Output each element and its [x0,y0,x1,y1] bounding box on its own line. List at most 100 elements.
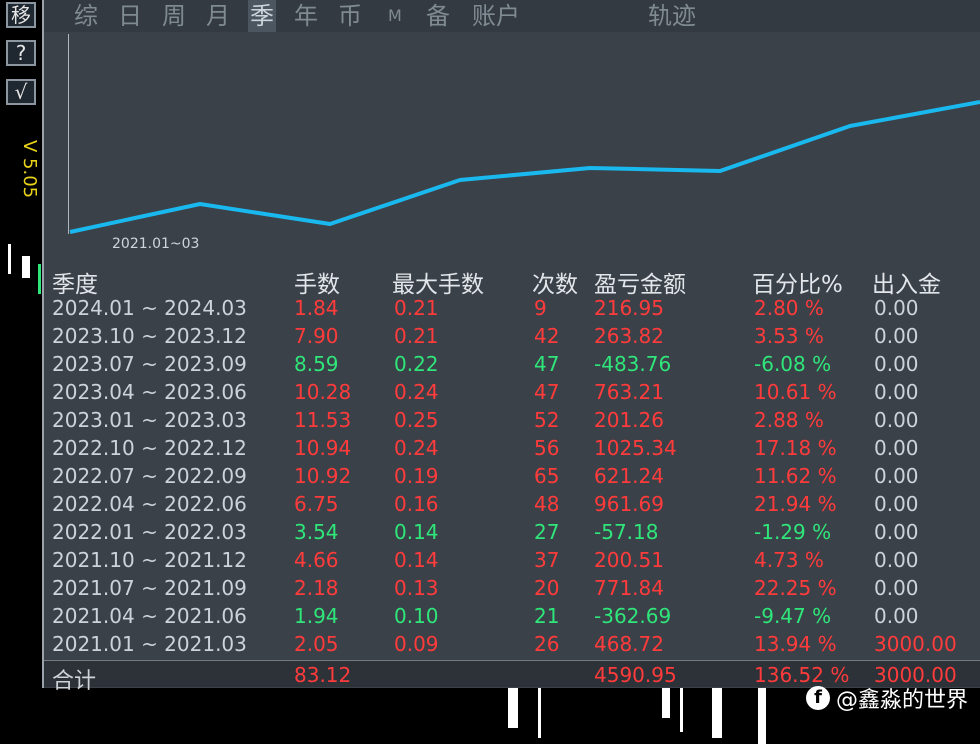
candle-icon [38,264,41,294]
equity-curve [69,100,980,234]
candle-icon [662,688,670,718]
header-cashflow: 出入金 [872,272,941,298]
row-cashflow: 0.00 [874,408,919,432]
row-period: 2021.10 ~ 2021.12 [52,548,247,572]
row-count: 20 [534,576,560,600]
check-button[interactable]: √ [6,79,36,105]
row-count: 21 [534,604,560,628]
candle-icon [758,688,766,744]
row-cashflow: 0.00 [874,520,919,544]
row-cashflow: 0.00 [874,296,919,320]
row-percent: 2.80 % [754,296,824,320]
row-max-lots: 0.16 [394,492,439,516]
row-lots: 10.94 [294,436,352,460]
row-count: 26 [534,632,560,656]
header-max-lots: 最大手数 [392,272,484,298]
row-period: 2023.07 ~ 2023.09 [52,352,247,376]
row-lots: 6.75 [294,492,339,516]
row-pnl: -483.76 [594,352,672,376]
row-lots: 10.92 [294,464,352,488]
row-percent: 2.88 % [754,408,824,432]
row-period: 2021.04 ~ 2021.06 [52,604,247,628]
row-cashflow: 0.00 [874,380,919,404]
candle-icon [508,688,518,728]
row-cashflow: 0.00 [874,576,919,600]
row-max-lots: 0.13 [394,576,439,600]
row-max-lots: 0.24 [394,380,439,404]
row-pnl: 621.24 [594,464,664,488]
candle-icon [680,688,683,732]
row-period: 2023.10 ~ 2023.12 [52,324,247,348]
row-pnl: 1025.34 [594,436,677,460]
row-period: 2021.01 ~ 2021.03 [52,632,247,656]
row-percent: -9.47 % [754,604,832,628]
tab-overview[interactable]: 综 [74,0,98,32]
row-lots: 3.54 [294,520,339,544]
row-lots: 2.18 [294,576,339,600]
row-period: 2022.07 ~ 2022.09 [52,464,247,488]
help-button[interactable]: ? [6,40,36,66]
row-period: 2023.01 ~ 2023.03 [52,408,247,432]
row-cashflow: 0.00 [874,352,919,376]
row-period: 2022.04 ~ 2022.06 [52,492,247,516]
chart-title: 轨迹 [648,2,696,30]
total-label: 合计 [52,669,97,694]
row-count: 47 [534,352,560,376]
candle-icon [538,688,541,738]
header-count: 次数 [532,272,578,298]
row-pnl: 763.21 [594,380,664,404]
row-period: 2023.04 ~ 2023.06 [52,380,247,404]
row-max-lots: 0.19 [394,464,439,488]
row-percent: 4.73 % [754,548,824,572]
row-max-lots: 0.14 [394,520,439,544]
row-max-lots: 0.10 [394,604,439,628]
row-count: 47 [534,380,560,404]
row-pnl: 961.69 [594,492,664,516]
row-cashflow: 0.00 [874,604,919,628]
row-pnl: 263.82 [594,324,664,348]
equity-chart [68,34,980,234]
tab-monthly[interactable]: 月 [206,0,230,32]
row-lots: 8.59 [294,352,339,376]
row-lots: 7.90 [294,324,339,348]
row-lots: 4.66 [294,548,339,572]
tab-account[interactable]: 账户 [472,0,520,32]
tab-yearly[interactable]: 年 [294,0,318,32]
brand-icon: f [805,686,830,710]
row-percent: -6.08 % [754,352,832,376]
tab-currency[interactable]: 币 [338,0,362,32]
chart-start-label: 2021.01~03 [112,236,200,252]
row-count: 42 [534,324,560,348]
row-cashflow: 0.00 [874,548,919,572]
row-pnl: 200.51 [594,548,664,572]
tab-backup[interactable]: 备 [426,0,450,32]
tab-quarterly[interactable]: 季 [248,0,276,32]
row-max-lots: 0.22 [394,352,439,376]
row-max-lots: 0.25 [394,408,439,432]
watermark: f @鑫淼的世界 [805,682,968,714]
header-lots: 手数 [294,272,340,298]
row-percent: 3.53 % [754,324,824,348]
row-count: 52 [534,408,560,432]
candle-icon [712,688,722,738]
row-max-lots: 0.24 [394,436,439,460]
tab-weekly[interactable]: 周 [162,0,186,32]
row-lots: 2.05 [294,632,339,656]
row-count: 37 [534,548,560,572]
row-percent: 11.62 % [754,464,837,488]
row-lots: 10.28 [294,380,352,404]
row-percent: 10.61 % [754,380,837,404]
move-button[interactable]: 移 [6,2,36,28]
row-pnl: -57.18 [594,520,659,544]
row-cashflow: 0.00 [874,464,919,488]
row-lots: 1.94 [294,604,339,628]
row-pnl: -362.69 [594,604,672,628]
row-count: 48 [534,492,560,516]
tab-daily[interactable]: 日 [118,0,142,32]
row-period: 2021.07 ~ 2021.09 [52,576,247,600]
tab-m[interactable]: M [388,0,402,32]
row-percent: 17.18 % [754,436,837,460]
row-count: 65 [534,464,560,488]
total-pnl: 4590.95 [594,663,677,687]
row-max-lots: 0.21 [394,296,439,320]
